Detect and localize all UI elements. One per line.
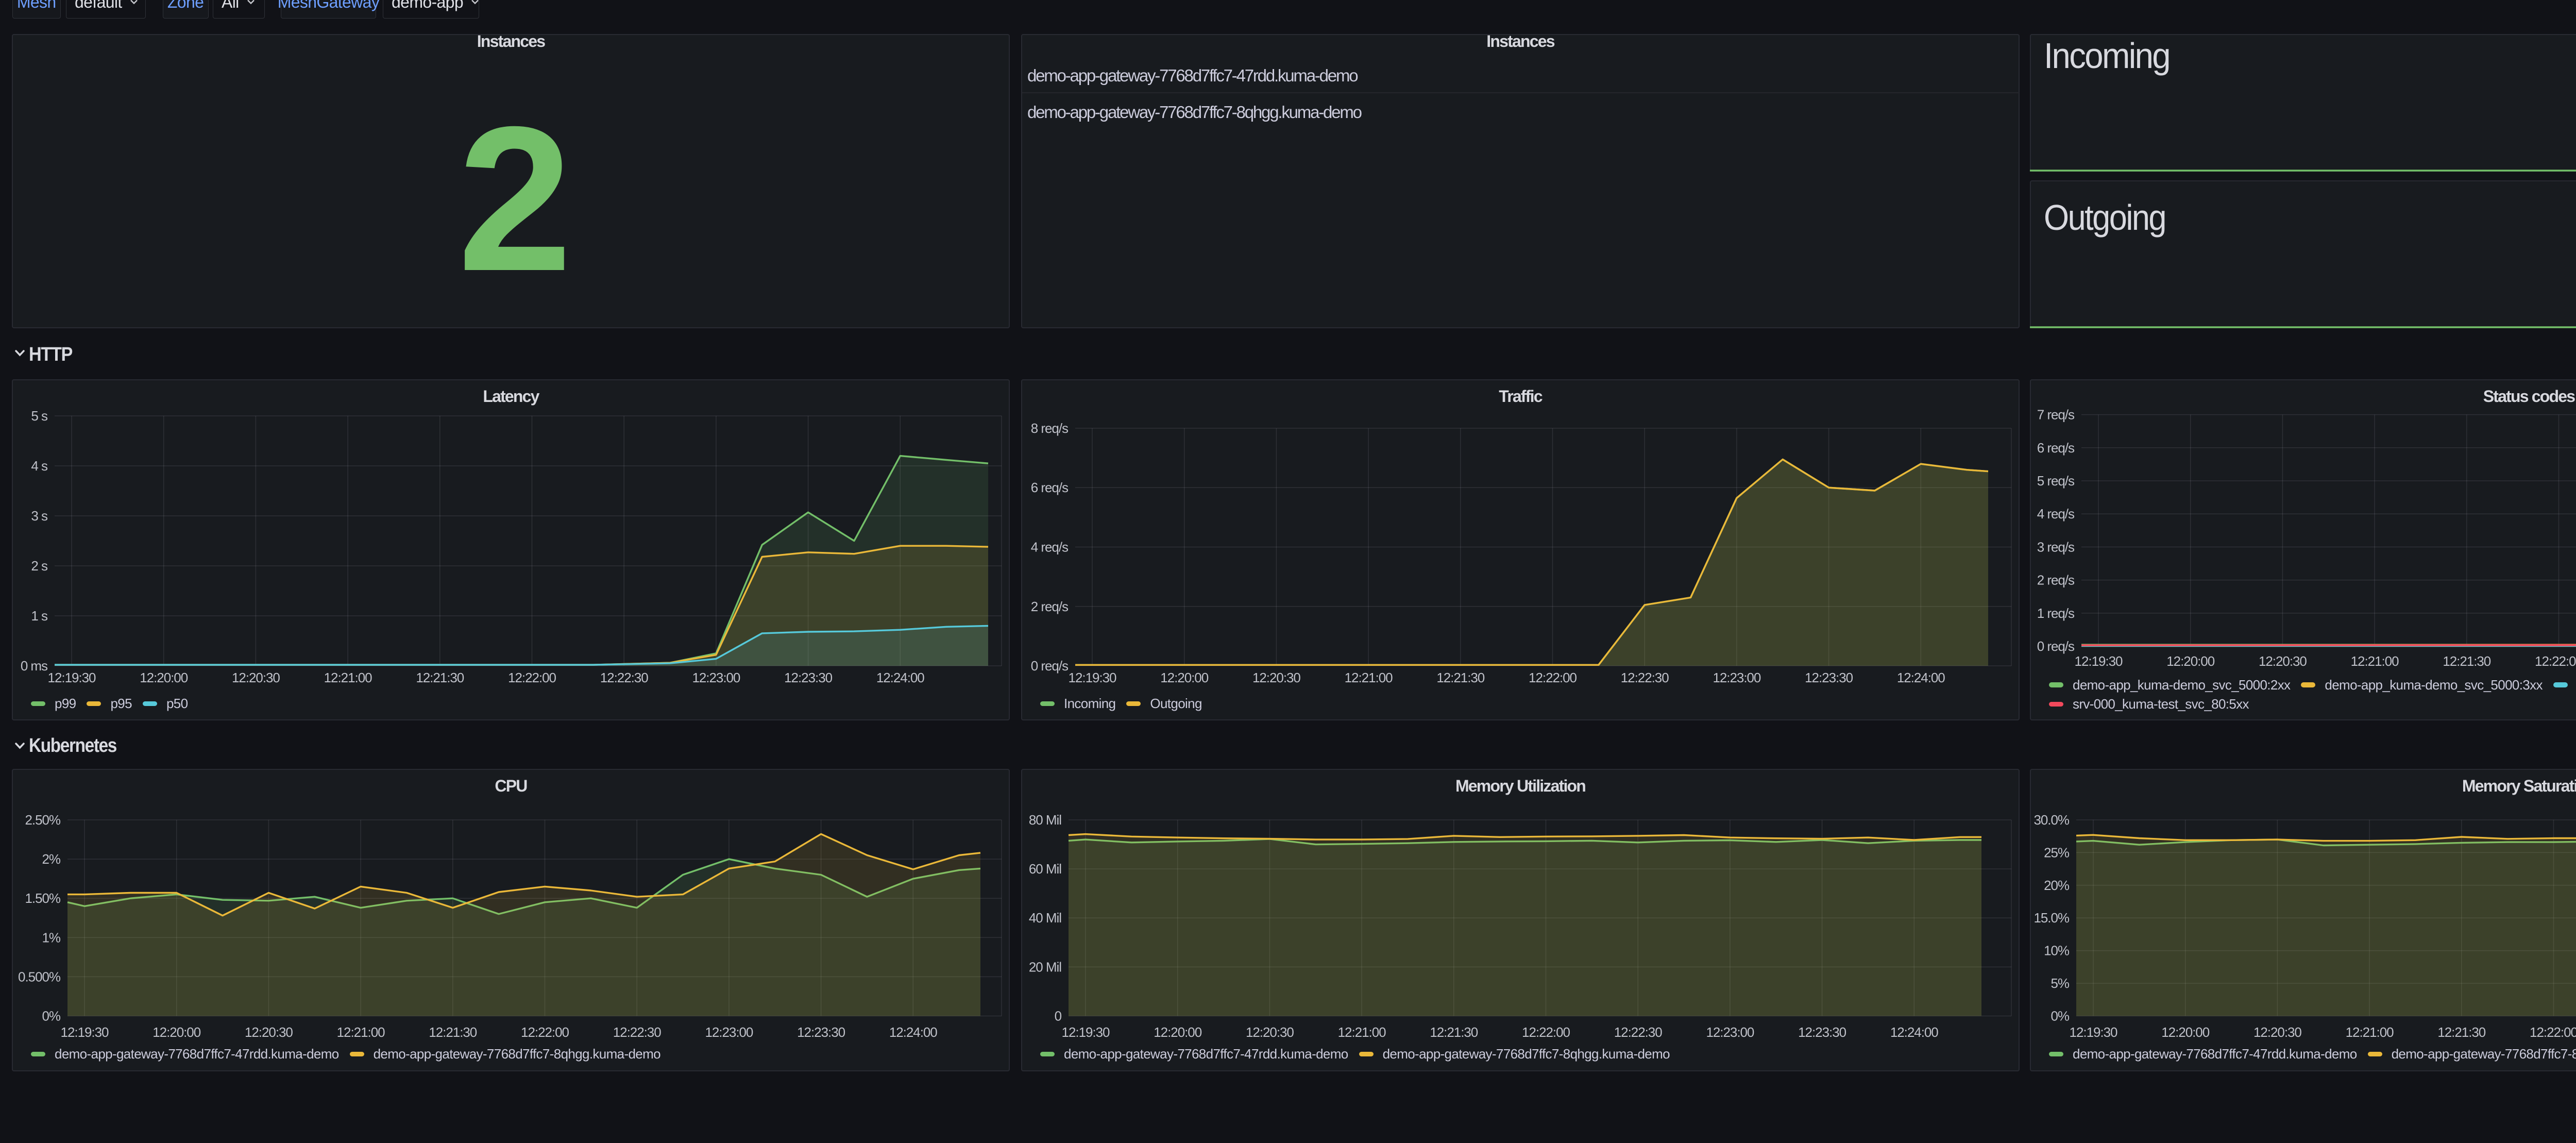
svg-text:2 s: 2 s: [31, 558, 48, 574]
svg-text:12:20:00: 12:20:00: [2166, 653, 2214, 669]
svg-text:2 req/s: 2 req/s: [2037, 573, 2075, 588]
svg-text:12:21:30: 12:21:30: [2443, 653, 2490, 669]
svg-text:0 req/s: 0 req/s: [1031, 658, 1069, 674]
svg-text:12:20:00: 12:20:00: [1160, 670, 1208, 685]
svg-text:12:20:30: 12:20:30: [1246, 1024, 1294, 1040]
svg-text:7 req/s: 7 req/s: [2037, 407, 2075, 423]
svg-text:12:22:30: 12:22:30: [613, 1024, 661, 1040]
svg-text:10%: 10%: [2044, 943, 2070, 959]
svg-text:12:23:00: 12:23:00: [705, 1024, 753, 1040]
svg-text:Kubernetes: Kubernetes: [29, 735, 116, 757]
svg-text:4 req/s: 4 req/s: [2037, 506, 2075, 522]
svg-text:12:21:00: 12:21:00: [324, 670, 372, 685]
svg-text:1%: 1%: [42, 930, 61, 945]
svg-text:6 req/s: 6 req/s: [2037, 440, 2075, 456]
svg-text:6 req/s: 6 req/s: [1031, 480, 1069, 495]
svg-text:12:20:30: 12:20:30: [1252, 670, 1300, 685]
svg-text:15.0%: 15.0%: [2033, 910, 2069, 926]
svg-text:12:21:30: 12:21:30: [416, 670, 464, 685]
svg-text:3 req/s: 3 req/s: [2037, 539, 2075, 554]
svg-text:12:21:00: 12:21:00: [1345, 670, 1393, 685]
svg-text:12:23:30: 12:23:30: [1798, 1024, 1846, 1040]
svg-text:0%: 0%: [42, 1008, 61, 1024]
svg-text:0 ms: 0 ms: [21, 658, 48, 674]
svg-text:1.50%: 1.50%: [25, 890, 60, 906]
svg-text:2%: 2%: [42, 851, 61, 867]
svg-text:12:23:30: 12:23:30: [797, 1024, 845, 1040]
svg-text:12:21:00: 12:21:00: [2351, 653, 2399, 669]
svg-text:5 s: 5 s: [31, 408, 48, 424]
svg-text:12:20:30: 12:20:30: [245, 1024, 293, 1040]
svg-text:12:24:00: 12:24:00: [1890, 1024, 1938, 1040]
svg-text:12:23:00: 12:23:00: [1706, 1024, 1754, 1040]
svg-text:5 req/s: 5 req/s: [2037, 473, 2075, 489]
svg-text:12:21:30: 12:21:30: [1430, 1024, 1478, 1040]
svg-text:2: 2: [457, 83, 567, 314]
svg-text:12:19:30: 12:19:30: [2070, 1024, 2117, 1040]
svg-text:12:20:00: 12:20:00: [1154, 1024, 1201, 1040]
svg-text:0: 0: [1055, 1008, 1062, 1024]
svg-text:12:22:00: 12:22:00: [521, 1024, 569, 1040]
svg-text:1 req/s: 1 req/s: [2037, 606, 2075, 621]
svg-text:12:20:30: 12:20:30: [232, 670, 280, 685]
svg-text:12:22:30: 12:22:30: [1621, 670, 1669, 685]
svg-text:12:20:30: 12:20:30: [2253, 1024, 2301, 1040]
svg-text:4 req/s: 4 req/s: [1031, 540, 1069, 555]
svg-text:12:23:00: 12:23:00: [1713, 670, 1760, 685]
svg-text:12:21:30: 12:21:30: [2437, 1024, 2485, 1040]
svg-text:20%: 20%: [2044, 878, 2070, 893]
svg-text:12:23:30: 12:23:30: [784, 670, 832, 685]
svg-text:12:22:00: 12:22:00: [1522, 1024, 1570, 1040]
svg-text:3 s: 3 s: [31, 508, 48, 524]
svg-text:20 Mil: 20 Mil: [1029, 959, 1061, 974]
svg-text:8 req/s: 8 req/s: [1031, 421, 1069, 436]
svg-text:12:19:30: 12:19:30: [1069, 670, 1116, 685]
svg-text:Incoming: Incoming: [2044, 36, 2170, 76]
svg-text:12:19:30: 12:19:30: [2075, 653, 2123, 669]
svg-text:12:21:00: 12:21:00: [1338, 1024, 1386, 1040]
svg-text:12:19:30: 12:19:30: [1062, 1024, 1110, 1040]
svg-text:1 s: 1 s: [31, 608, 48, 624]
svg-text:12:22:30: 12:22:30: [600, 670, 648, 685]
svg-text:12:22:00: 12:22:00: [508, 670, 556, 685]
svg-text:0%: 0%: [2051, 1008, 2070, 1024]
svg-text:12:22:30: 12:22:30: [1614, 1024, 1662, 1040]
svg-text:12:24:00: 12:24:00: [1897, 670, 1945, 685]
svg-text:12:23:00: 12:23:00: [692, 670, 740, 685]
svg-text:0 req/s: 0 req/s: [2037, 638, 2075, 654]
svg-text:12:22:00: 12:22:00: [1529, 670, 1577, 685]
svg-text:12:20:00: 12:20:00: [140, 670, 188, 685]
svg-text:40 Mil: 40 Mil: [1029, 910, 1061, 926]
svg-text:12:20:00: 12:20:00: [152, 1024, 200, 1040]
svg-text:12:23:30: 12:23:30: [1805, 670, 1853, 685]
svg-text:0.500%: 0.500%: [18, 969, 61, 984]
svg-text:12:22:00: 12:22:00: [2535, 653, 2576, 669]
svg-text:5%: 5%: [2051, 976, 2070, 991]
svg-text:2 req/s: 2 req/s: [1031, 599, 1069, 614]
svg-text:12:24:00: 12:24:00: [889, 1024, 937, 1040]
svg-text:12:21:00: 12:21:00: [337, 1024, 385, 1040]
svg-text:60 Mil: 60 Mil: [1029, 861, 1061, 877]
svg-text:12:22:00: 12:22:00: [2530, 1024, 2576, 1040]
svg-text:HTTP: HTTP: [29, 344, 73, 365]
svg-text:80 Mil: 80 Mil: [1029, 812, 1061, 828]
svg-text:30.0%: 30.0%: [2033, 812, 2069, 828]
svg-text:12:21:30: 12:21:30: [1436, 670, 1484, 685]
svg-text:Outgoing: Outgoing: [2044, 197, 2165, 238]
svg-text:12:19:30: 12:19:30: [61, 1024, 109, 1040]
svg-text:25%: 25%: [2044, 845, 2070, 860]
svg-text:4 s: 4 s: [31, 458, 48, 474]
svg-text:12:19:30: 12:19:30: [48, 670, 96, 685]
svg-text:12:20:30: 12:20:30: [2259, 653, 2307, 669]
svg-text:2.50%: 2.50%: [25, 812, 60, 828]
svg-text:12:20:00: 12:20:00: [2161, 1024, 2209, 1040]
svg-text:12:24:00: 12:24:00: [876, 670, 924, 685]
svg-text:12:21:00: 12:21:00: [2346, 1024, 2394, 1040]
svg-text:12:21:30: 12:21:30: [429, 1024, 477, 1040]
